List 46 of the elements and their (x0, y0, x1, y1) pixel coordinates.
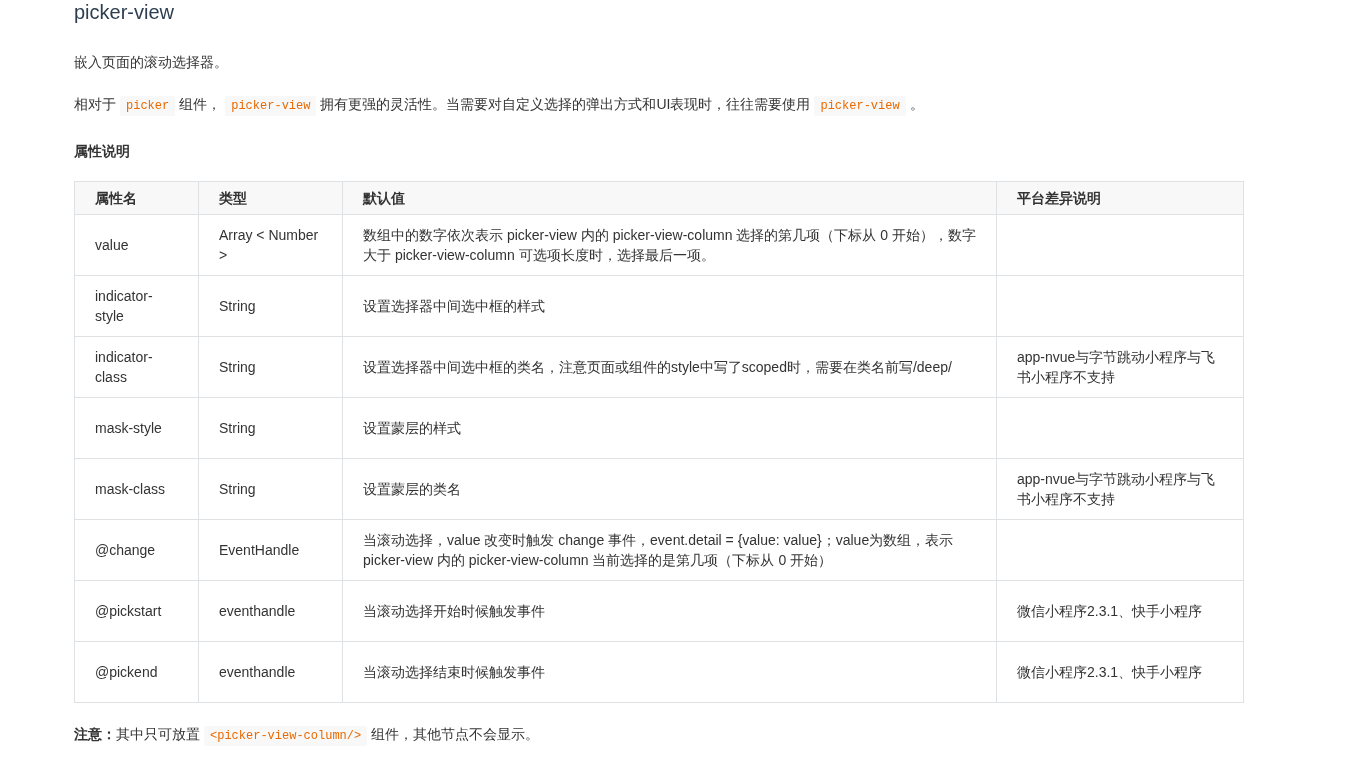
table-cell: indicator-style (74, 275, 199, 337)
paragraph-text: 其中只可放置 (116, 726, 200, 742)
paragraph-text: 组件，其他节点不会显示。 (371, 726, 540, 742)
table-cell: 设置选择器中间选中框的类名，注意页面或组件的style中写了scoped时，需要在类名前写/deep/ (342, 336, 997, 398)
table-cell: Array < Number > (198, 214, 343, 276)
table-cell: app-nvue与字节跳动小程序与飞书小程序不支持 (996, 336, 1244, 398)
page-title: picker-view (74, 0, 176, 24)
column-header: 属性名 (74, 181, 199, 215)
inline-code: picker-view (225, 96, 317, 116)
table-cell: eventhandle (198, 580, 343, 642)
table-cell: 当滚动选择开始时候触发事件 (342, 580, 997, 642)
table-cell: String (198, 275, 343, 337)
table-cell: 数组中的数字依次表示 picker-view 内的 picker-view-column 选择的第几项（下标从 0 开始），数字大于 picker-view-column 可选项长度时，选择最后一项。 (342, 214, 997, 276)
table-cell: mask-class (74, 458, 199, 520)
table-cell: 微信小程序2.3.1、快手小程序 (996, 641, 1244, 703)
table-cell: @pickstart (74, 580, 199, 642)
table-cell: value (74, 214, 199, 276)
inline-code: picker (120, 96, 176, 116)
table-cell: 当滚动选择结束时候触发事件 (342, 641, 997, 703)
table-cell: String (198, 397, 343, 459)
note-label: 注意： (74, 726, 116, 742)
table-cell: eventhandle (198, 641, 343, 703)
table-cell: 设置蒙层的类名 (342, 458, 997, 520)
table-cell: @pickend (74, 641, 199, 703)
table-cell: @change (74, 519, 199, 581)
inline-code: <picker-view-column/> (204, 726, 368, 746)
inline-code: picker-view (814, 96, 906, 116)
table-cell: mask-style (74, 397, 199, 459)
table-cell: String (198, 458, 343, 520)
paragraph-text: 嵌入页面的滚动选择器。 (74, 54, 228, 70)
table-cell: 当滚动选择，value 改变时触发 change 事件，event.detail = {value: value}；value为数组，表示 picker-view 内的 picker-view-column 当前选择的是第几项（下标从 0 开始） (342, 519, 997, 581)
column-header: 平台差异说明 (996, 181, 1244, 215)
paragraph-text: 相对于 (74, 96, 116, 112)
table-cell: EventHandle (198, 519, 343, 581)
table-cell: 设置蒙层的样式 (342, 397, 997, 459)
table-cell: indicator-class (74, 336, 199, 398)
column-header: 默认值 (342, 181, 997, 215)
table-cell: 设置选择器中间选中框的样式 (342, 275, 997, 337)
column-header: 类型 (198, 181, 343, 215)
table-cell: String (198, 336, 343, 398)
table-cell: app-nvue与字节跳动小程序与飞书小程序不支持 (996, 458, 1244, 520)
section-heading: 属性说明 (74, 143, 131, 161)
table-cell: 微信小程序2.3.1、快手小程序 (996, 580, 1244, 642)
paragraph-text: 组件， (179, 96, 222, 112)
paragraph-text: 。 (909, 96, 924, 112)
paragraph-text: 拥有更强的灵活性。当需要对自定义选择的弹出方式和UI表现时，往往需要使用 (320, 96, 811, 112)
